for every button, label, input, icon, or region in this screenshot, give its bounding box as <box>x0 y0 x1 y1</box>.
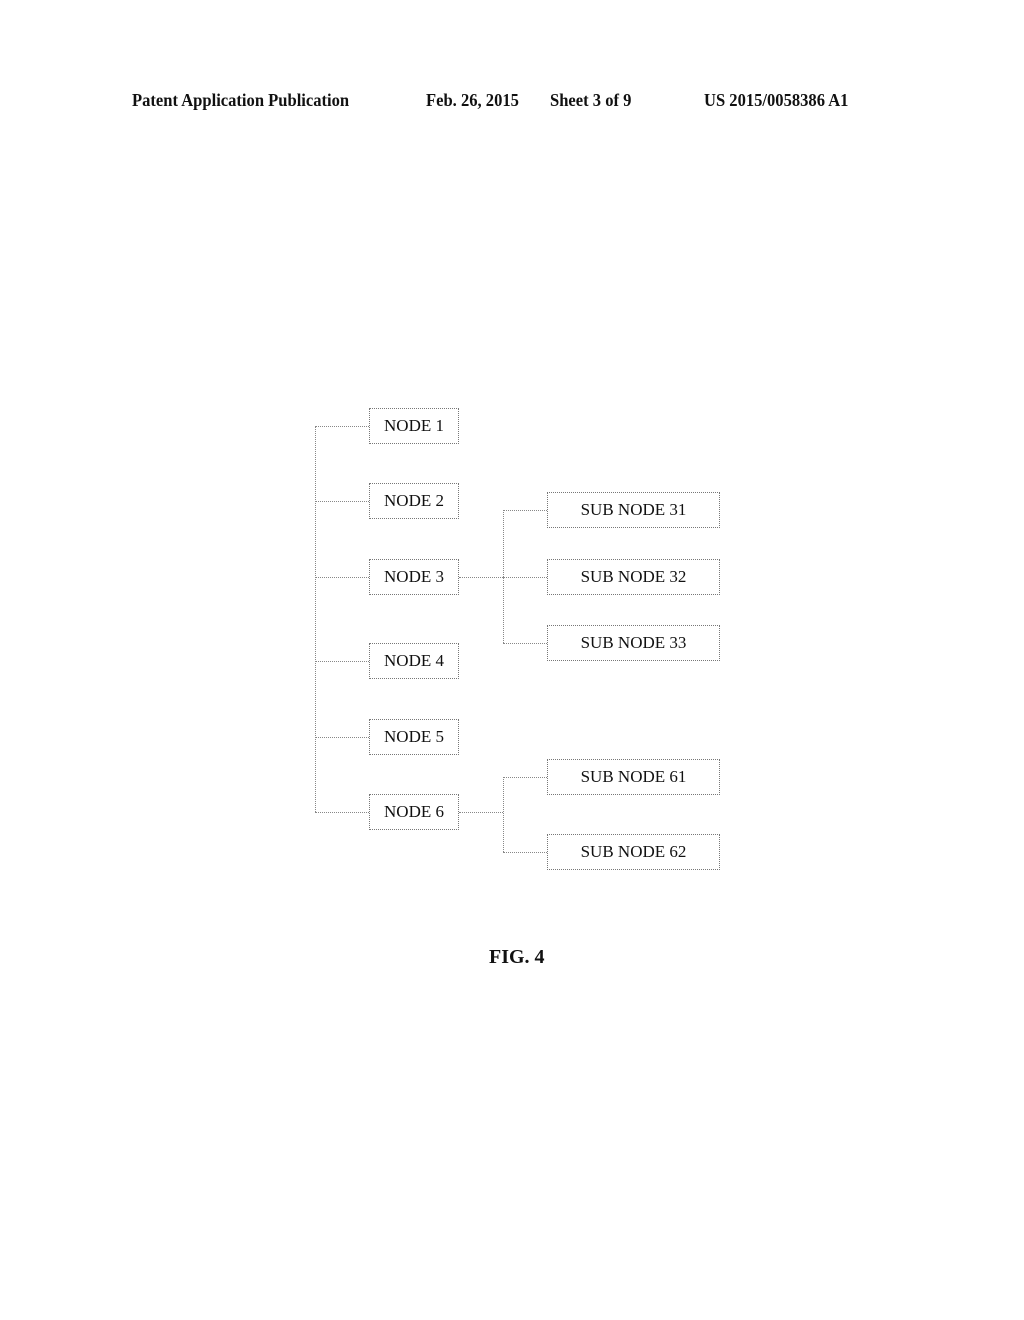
sub-node-32: SUB NODE 32 <box>547 559 720 595</box>
sub-node-31: SUB NODE 31 <box>547 492 720 528</box>
connector-sub-node-31 <box>503 510 547 511</box>
figure-label: FIG. 4 <box>489 946 545 968</box>
node-6: NODE 6 <box>369 794 459 830</box>
branch-line-node-6 <box>503 777 504 852</box>
publication-date: Feb. 26, 2015 <box>426 90 519 110</box>
connector-sub-node-61 <box>503 777 547 778</box>
connector-node-2 <box>315 501 369 502</box>
publication-number: US 2015/0058386 A1 <box>704 90 849 110</box>
connector-node-4 <box>315 661 369 662</box>
sub-node-33: SUB NODE 33 <box>547 625 720 661</box>
connector-sub-node-62 <box>503 852 547 853</box>
connector-node-6-branch <box>459 812 503 813</box>
node-5: NODE 5 <box>369 719 459 755</box>
node-3: NODE 3 <box>369 559 459 595</box>
node-4: NODE 4 <box>369 643 459 679</box>
connector-sub-node-32 <box>503 577 547 578</box>
connector-node-3 <box>315 577 369 578</box>
connector-sub-node-33 <box>503 643 547 644</box>
node-1: NODE 1 <box>369 408 459 444</box>
publication-title: Patent Application Publication <box>132 90 350 110</box>
connector-node-1 <box>315 426 369 427</box>
node-2: NODE 2 <box>369 483 459 519</box>
connector-node-5 <box>315 737 369 738</box>
sub-node-62: SUB NODE 62 <box>547 834 720 870</box>
connector-node-3-branch <box>459 577 503 578</box>
sub-node-61: SUB NODE 61 <box>547 759 720 795</box>
connector-node-6 <box>315 812 369 813</box>
trunk-line <box>315 426 316 812</box>
sheet-number: Sheet 3 of 9 <box>550 90 632 110</box>
